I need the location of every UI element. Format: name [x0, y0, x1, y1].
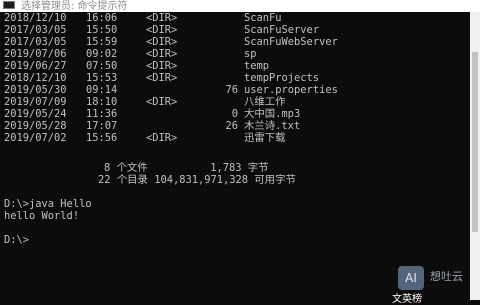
listing-date: 2019/06/27	[4, 60, 67, 72]
listing-row: 2017/03/05 15:59 <DIR> ScanFuWebServer	[0, 36, 470, 48]
listing-name: ScanFuWebServer	[244, 36, 338, 48]
listing-row: 2019/05/30 09:14 76 user.properties	[0, 84, 470, 96]
console-output[interactable]: 2018/12/10 16:06 <DIR> ScanFu 2017/03/05 15:5…	[0, 12, 470, 300]
window-title: 选择管理员: 命令提示符	[21, 1, 128, 12]
listing-row: 2019/05/28 17:07 26 木兰诗.txt	[0, 120, 470, 132]
scrollbar-thumb[interactable]	[472, 52, 478, 232]
listing-date: 2019/05/24	[4, 108, 67, 120]
listing-size: 0	[231, 108, 238, 120]
listing-date: 2019/07/02	[4, 132, 67, 144]
listing-time: 11:36	[86, 108, 118, 120]
dirs-summary: 22 个目录 104,831,971,328 可用字节	[98, 174, 296, 186]
listing-type: <DIR>	[146, 72, 178, 84]
files-summary-line: 8 个文件 1,783 字节	[0, 162, 269, 174]
listing-row: 2019/06/27 07:50 <DIR> temp	[0, 60, 470, 72]
current-prompt[interactable]: D:\>	[4, 234, 29, 246]
dirs-summary-line: 22 个目录 104,831,971,328 可用字节	[0, 174, 296, 186]
listing-size: 76	[225, 84, 238, 96]
listing-date: 2019/05/30	[4, 84, 67, 96]
listing-row: 2019/07/09 18:10 <DIR> 八维工作	[0, 96, 470, 108]
listing-name: 八维工作	[244, 96, 286, 108]
listing-row: 2018/12/10 16:06 <DIR> ScanFu	[0, 12, 470, 24]
title-bar[interactable]: 选择管理员: 命令提示符	[0, 0, 480, 12]
watermark-text: 想吐云	[430, 270, 463, 283]
listing-row: 2019/07/02 15:56 <DIR> 迅雷下载	[0, 132, 470, 144]
listing-name: ScanFu	[244, 12, 282, 24]
listing-name: ScanFuServer	[244, 24, 320, 36]
ime-indicator: 文英榜	[392, 294, 422, 305]
listing-date: 2017/03/05	[4, 24, 67, 36]
listing-time: 17:07	[86, 120, 118, 132]
listing-name: tempProjects	[244, 72, 320, 84]
listing-date: 2018/12/10	[4, 72, 67, 84]
listing-type: <DIR>	[146, 48, 178, 60]
listing-time: 07:50	[86, 60, 118, 72]
listing-date: 2017/03/05	[4, 36, 67, 48]
listing-time: 18:10	[86, 96, 118, 108]
listing-date: 2019/05/28	[4, 120, 67, 132]
cmd-app-icon	[3, 1, 15, 9]
listing-type: <DIR>	[146, 36, 178, 48]
listing-row: 2019/07/06 09:02 <DIR> sp	[0, 48, 470, 60]
listing-type: <DIR>	[146, 96, 178, 108]
listing-name: sp	[244, 48, 257, 60]
listing-name: 迅雷下载	[244, 132, 286, 144]
listing-row: 2018/12/10 15:53 <DIR> tempProjects	[0, 72, 470, 84]
listing-time: 16:06	[86, 12, 118, 24]
listing-row: 2019/05/24 11:36 0 大中国.mp3	[0, 108, 470, 120]
files-summary: 8 个文件 1,783 字节	[104, 162, 269, 174]
listing-time: 15:50	[86, 24, 118, 36]
listing-row: 2017/03/05 15:50 <DIR> ScanFuServer	[0, 24, 470, 36]
listing-time: 09:14	[86, 84, 118, 96]
listing-type: <DIR>	[146, 60, 178, 72]
program-output: hello World!	[4, 210, 80, 222]
listing-date: 2019/07/06	[4, 48, 67, 60]
command-line: D:\>java Hello	[4, 198, 92, 210]
vertical-scrollbar[interactable]	[470, 12, 480, 300]
watermark-logo: AI	[398, 266, 424, 290]
listing-name: 大中国.mp3	[244, 108, 301, 120]
listing-time: 15:53	[86, 72, 118, 84]
listing-type: <DIR>	[146, 132, 178, 144]
listing-name: temp	[244, 60, 270, 72]
listing-time: 15:59	[86, 36, 118, 48]
listing-size: 26	[225, 120, 238, 132]
listing-date: 2019/07/09	[4, 96, 67, 108]
listing-type: <DIR>	[146, 24, 178, 36]
listing-name: user.properties	[244, 84, 338, 96]
listing-time: 09:02	[86, 48, 118, 60]
listing-date: 2018/12/10	[4, 12, 67, 24]
listing-time: 15:56	[86, 132, 118, 144]
listing-name: 木兰诗.txt	[244, 120, 301, 132]
listing-type: <DIR>	[146, 12, 178, 24]
